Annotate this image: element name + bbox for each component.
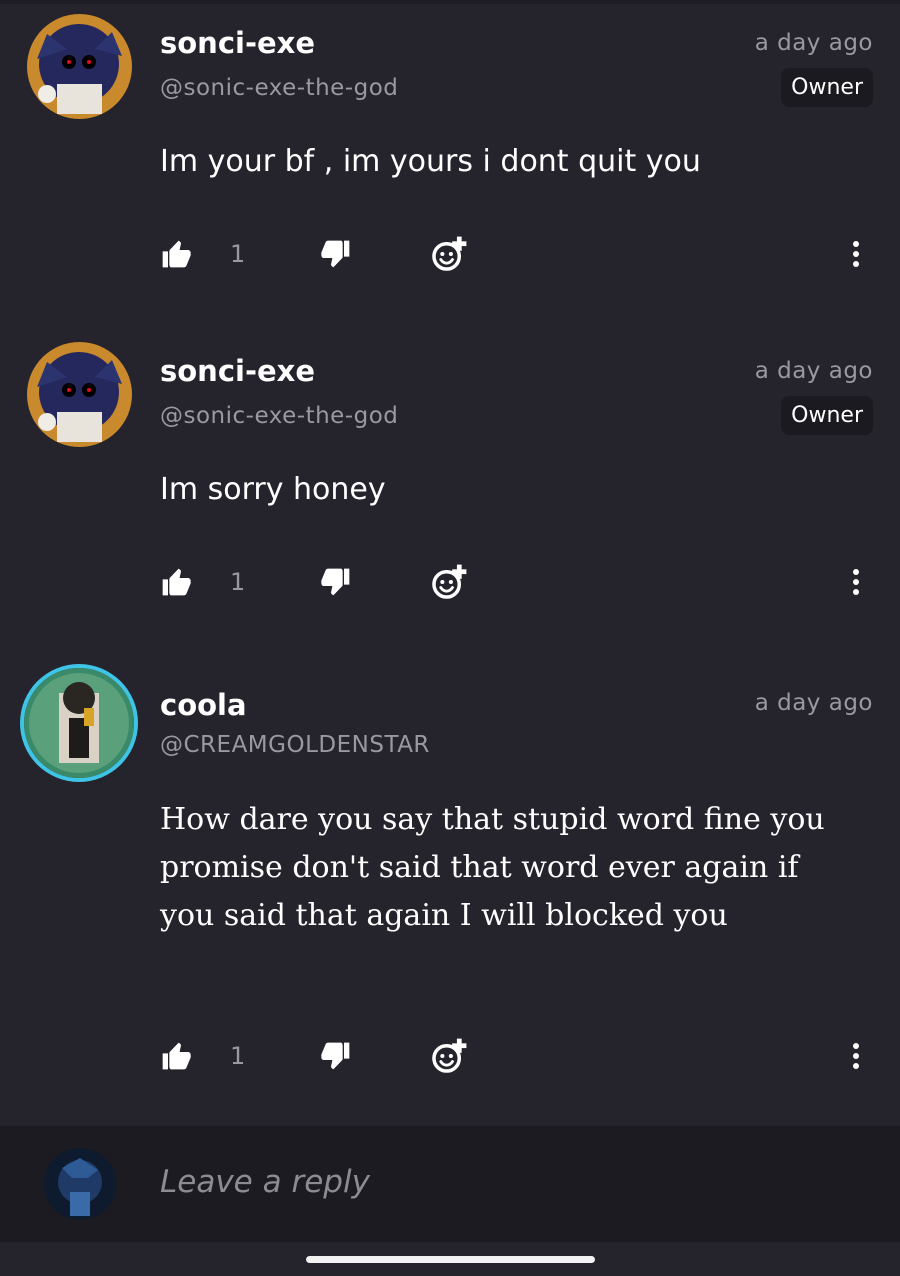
like-button[interactable] bbox=[160, 1036, 192, 1076]
reply-bar: Leave a reply bbox=[0, 1126, 900, 1242]
add-reaction-icon bbox=[432, 564, 467, 599]
comment-actions: 1 bbox=[0, 234, 900, 274]
user-handle[interactable]: @sonic-exe-the-god bbox=[160, 75, 398, 101]
comment-text: How dare you say that stupid word fine y… bbox=[160, 802, 825, 933]
like-button[interactable] bbox=[160, 234, 192, 274]
thumbs-down-icon bbox=[321, 568, 350, 596]
comment-text: Im your bf , im yours i dont quit you bbox=[160, 144, 701, 179]
sonic-exe-avatar[interactable] bbox=[27, 342, 132, 447]
add-reaction-button[interactable] bbox=[430, 1036, 468, 1076]
timestamp: a day ago bbox=[754, 358, 873, 384]
dislike-button[interactable] bbox=[320, 562, 352, 602]
thumbs-up-icon bbox=[162, 1042, 191, 1070]
sonic-exe-avatar[interactable] bbox=[27, 14, 132, 119]
username[interactable]: sonci-exe bbox=[160, 354, 315, 388]
comment-actions: 1 bbox=[0, 562, 900, 602]
thumbs-down-icon bbox=[321, 240, 350, 268]
more-vertical-icon bbox=[853, 241, 859, 267]
coola-avatar[interactable] bbox=[24, 668, 134, 778]
reply-input[interactable]: Leave a reply bbox=[160, 1164, 370, 1200]
owner-badge: Owner bbox=[781, 68, 873, 107]
more-options-button[interactable] bbox=[846, 1036, 866, 1076]
comment-actions: 1 bbox=[0, 1036, 900, 1076]
more-options-button[interactable] bbox=[846, 234, 866, 274]
add-reaction-button[interactable] bbox=[430, 562, 468, 602]
user-handle[interactable]: @CREAMGOLDENSTAR bbox=[160, 732, 430, 758]
thumbs-down-icon bbox=[321, 1042, 350, 1070]
like-button[interactable] bbox=[160, 562, 192, 602]
more-options-button[interactable] bbox=[846, 562, 866, 602]
user-handle[interactable]: @sonic-exe-the-god bbox=[160, 403, 398, 429]
username[interactable]: coola bbox=[160, 688, 247, 722]
username[interactable]: sonci-exe bbox=[160, 26, 315, 60]
comment-text: Im sorry honey bbox=[160, 472, 386, 507]
timestamp: a day ago bbox=[754, 30, 873, 56]
add-reaction-icon bbox=[432, 1038, 467, 1073]
current-user-avatar[interactable] bbox=[44, 1148, 116, 1220]
thumbs-up-icon bbox=[162, 240, 191, 268]
home-indicator[interactable] bbox=[306, 1256, 595, 1263]
add-reaction-button[interactable] bbox=[430, 234, 468, 274]
top-edge bbox=[0, 0, 900, 4]
more-vertical-icon bbox=[853, 1043, 859, 1069]
owner-badge: Owner bbox=[781, 396, 873, 435]
add-reaction-icon bbox=[432, 236, 467, 271]
like-count: 1 bbox=[230, 240, 246, 268]
like-count: 1 bbox=[230, 568, 246, 596]
more-vertical-icon bbox=[853, 569, 859, 595]
dislike-button[interactable] bbox=[320, 234, 352, 274]
dislike-button[interactable] bbox=[320, 1036, 352, 1076]
like-count: 1 bbox=[230, 1042, 246, 1070]
timestamp: a day ago bbox=[754, 690, 873, 716]
thumbs-up-icon bbox=[162, 568, 191, 596]
